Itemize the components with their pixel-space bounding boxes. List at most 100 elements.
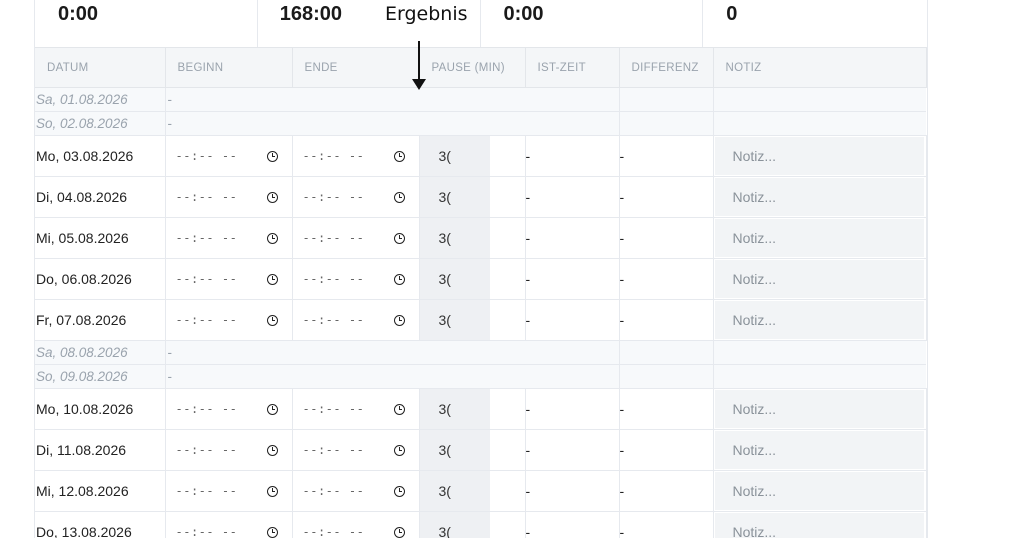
begin-time-input[interactable]: --:-- --	[166, 443, 292, 457]
row-date: Sa, 08.08.2026	[35, 340, 166, 365]
end-time-input[interactable]: --:-- --	[293, 190, 419, 204]
column-header-ist-zeit: IST-ZEIT	[525, 48, 620, 88]
clock-icon[interactable]	[393, 526, 405, 538]
pause-input[interactable]: 3(	[419, 259, 490, 299]
timesheet-table: DATUM BEGINN ENDE PAUSE (MIN) IST-ZEIT D…	[35, 48, 927, 538]
begin-time-input[interactable]: --:-- --	[166, 402, 292, 416]
arrow-head-icon	[412, 79, 426, 90]
column-header-datum: DATUM	[35, 48, 166, 88]
clock-icon[interactable]	[266, 403, 278, 415]
differenz-value: -	[619, 299, 714, 341]
begin-time-input[interactable]: --:-- --	[166, 190, 292, 204]
note-cell: Notiz...	[713, 135, 927, 177]
differenz-value: -	[619, 176, 714, 218]
note-input[interactable]: Notiz...	[714, 178, 924, 216]
end-time-input[interactable]: --:-- --	[293, 484, 419, 498]
time-cell-end: --:-- --	[292, 176, 420, 218]
pause-cell: 3(	[419, 135, 526, 177]
clock-icon[interactable]	[266, 444, 278, 456]
time-cell-end: --:-- --	[292, 388, 420, 430]
clock-icon[interactable]	[393, 403, 405, 415]
pause-cell: 3(	[419, 429, 526, 471]
pause-input[interactable]: 3(	[419, 177, 490, 217]
begin-time-input[interactable]: --:-- --	[166, 231, 292, 245]
time-cell-begin: --:-- --	[165, 135, 293, 177]
time-placeholder: --:-- --	[175, 313, 238, 327]
table-row: Do, 06.08.2026 --:-- -- --:-- -- 3(- - Notiz.…	[35, 258, 927, 300]
column-header-pause: PAUSE (MIN)	[419, 48, 526, 88]
pause-wrapper: 3(	[419, 259, 525, 299]
end-time-input[interactable]: --:-- --	[293, 525, 419, 538]
ergebnis-annotation: Ergebnis	[385, 3, 468, 25]
clock-icon[interactable]	[266, 273, 278, 285]
pause-cell: 3(	[419, 511, 526, 538]
pause-input[interactable]: 3(	[419, 300, 490, 340]
row-empty	[619, 340, 714, 365]
pause-input[interactable]: 3(	[419, 218, 490, 258]
clock-icon[interactable]	[393, 314, 405, 326]
clock-icon[interactable]	[266, 485, 278, 497]
note-input[interactable]: Notiz...	[714, 390, 924, 428]
begin-time-input[interactable]: --:-- --	[166, 313, 292, 327]
row-date: Fr, 07.08.2026	[35, 299, 166, 341]
row-empty-dash: -	[165, 87, 620, 112]
time-cell-end: --:-- --	[292, 217, 420, 259]
weekend-row: Sa, 01.08.2026-	[35, 87, 926, 112]
clock-icon[interactable]	[393, 191, 405, 203]
note-input[interactable]: Notiz...	[714, 431, 924, 469]
time-placeholder: --:-- --	[302, 231, 365, 245]
summary-cell-4: 0	[703, 0, 927, 47]
pause-wrapper: 3(	[419, 389, 525, 429]
summary-value: 0:00	[503, 3, 544, 25]
row-date: Di, 11.08.2026	[35, 429, 166, 471]
pause-wrapper: 3(	[419, 471, 525, 511]
note-input[interactable]: Notiz...	[714, 513, 924, 538]
note-input[interactable]: Notiz...	[714, 219, 924, 257]
pause-input[interactable]: 3(	[419, 512, 490, 538]
begin-time-input[interactable]: --:-- --	[166, 272, 292, 286]
end-time-input[interactable]: --:-- --	[293, 313, 419, 327]
time-placeholder: --:-- --	[175, 402, 238, 416]
clock-icon[interactable]	[266, 314, 278, 326]
end-time-input[interactable]: --:-- --	[293, 402, 419, 416]
time-cell-begin: --:-- --	[165, 176, 293, 218]
note-cell: Notiz...	[713, 429, 927, 471]
note-input[interactable]: Notiz...	[714, 301, 924, 339]
clock-icon[interactable]	[393, 150, 405, 162]
begin-time-input[interactable]: --:-- --	[166, 149, 292, 163]
note-input[interactable]: Notiz...	[714, 260, 924, 298]
begin-time-input[interactable]: --:-- --	[166, 484, 292, 498]
clock-icon[interactable]	[393, 444, 405, 456]
note-input[interactable]: Notiz...	[714, 472, 924, 510]
end-time-input[interactable]: --:-- --	[293, 149, 419, 163]
row-empty-dash: -	[165, 364, 620, 389]
clock-icon[interactable]	[266, 191, 278, 203]
differenz-value: -	[619, 511, 714, 538]
pause-wrapper: 3(	[419, 136, 525, 176]
ist-zeit-value: -	[525, 135, 620, 177]
time-cell-end: --:-- --	[292, 470, 420, 512]
clock-icon[interactable]	[266, 526, 278, 538]
pause-input[interactable]: 3(	[419, 136, 490, 176]
pause-input[interactable]: 3(	[419, 389, 490, 429]
clock-icon[interactable]	[393, 273, 405, 285]
begin-time-input[interactable]: --:-- --	[166, 525, 292, 538]
pause-wrapper: 3(	[419, 218, 525, 258]
weekend-row: So, 09.08.2026-	[35, 364, 926, 389]
end-time-input[interactable]: --:-- --	[293, 272, 419, 286]
pause-input[interactable]: 3(	[419, 471, 490, 511]
time-placeholder: --:-- --	[302, 484, 365, 498]
clock-icon[interactable]	[266, 150, 278, 162]
note-input[interactable]: Notiz...	[714, 137, 924, 175]
row-empty	[619, 364, 714, 389]
ist-zeit-value: -	[525, 217, 620, 259]
differenz-value: -	[619, 388, 714, 430]
clock-icon[interactable]	[393, 232, 405, 244]
end-time-input[interactable]: --:-- --	[293, 443, 419, 457]
end-time-input[interactable]: --:-- --	[293, 231, 419, 245]
clock-icon[interactable]	[266, 232, 278, 244]
clock-icon[interactable]	[393, 485, 405, 497]
column-header-beginn: BEGINN	[165, 48, 293, 88]
row-date: Mi, 05.08.2026	[35, 217, 166, 259]
pause-input[interactable]: 3(	[419, 430, 490, 470]
